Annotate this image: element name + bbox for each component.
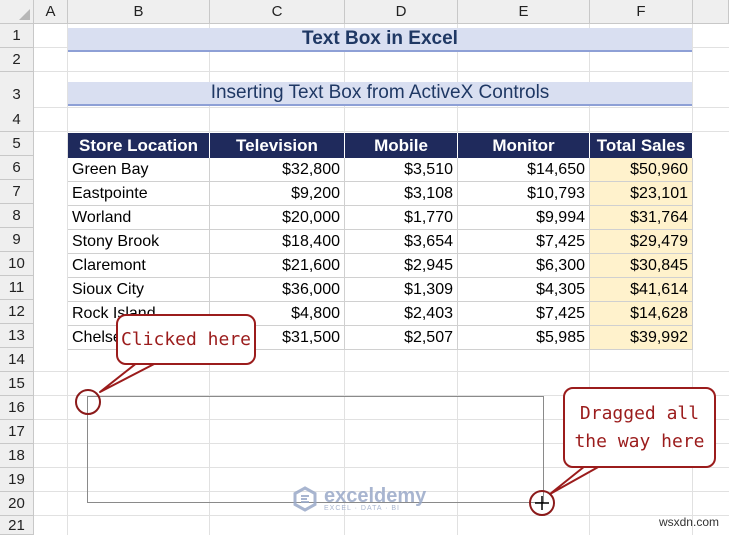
callout-dragged-here: Dragged all the way here (563, 387, 716, 468)
callout-text-line1: Dragged all (579, 402, 700, 424)
end-point-marker (529, 490, 555, 516)
callout-clicked-here: Clicked here (116, 314, 256, 365)
start-point-marker (75, 389, 101, 415)
callout-text: Clicked here (120, 329, 252, 350)
callout-tail-dragged (549, 465, 601, 495)
callout-text-line2: the way here (574, 430, 705, 452)
crosshair-cursor-icon (535, 496, 549, 510)
site-mark: wsxdn.com (658, 515, 719, 529)
spreadsheet-grid[interactable]: A B C D E F 1 2 3 4 5 6 7 8 9 10 11 12 1… (0, 0, 729, 535)
callout-tail-clicked (99, 361, 159, 393)
